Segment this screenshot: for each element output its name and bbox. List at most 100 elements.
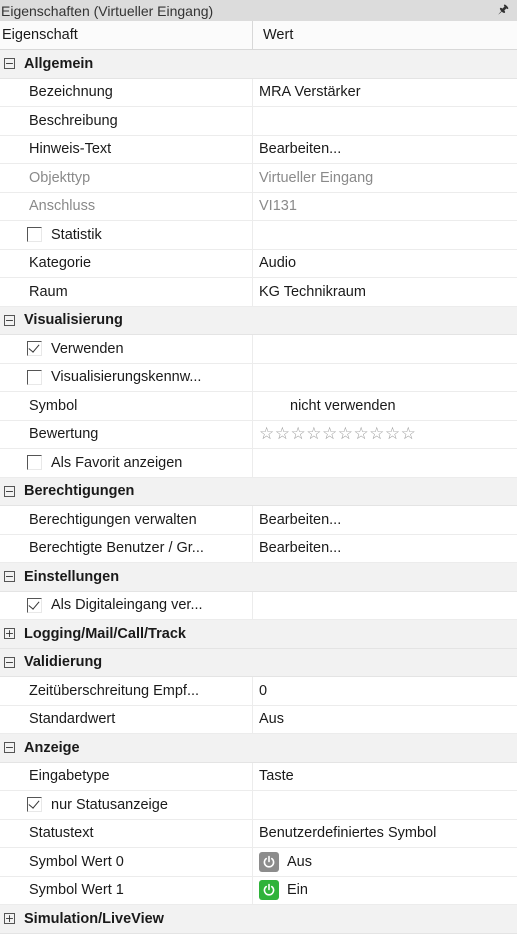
- category-label: Allgemein: [24, 55, 94, 72]
- property-value: Virtueller Eingang: [259, 169, 374, 186]
- rating-stars[interactable]: ☆☆☆☆☆☆☆☆☆☆: [253, 421, 416, 449]
- collapse-icon[interactable]: −: [4, 571, 15, 583]
- property-row[interactable]: Statistik: [0, 221, 517, 250]
- property-key: Kategorie: [0, 249, 253, 277]
- property-key: Als Favorit anzeigen: [0, 449, 253, 477]
- property-key: Eingabetype: [0, 762, 253, 790]
- verwenden-checkbox[interactable]: [27, 341, 42, 357]
- power-icon: [259, 880, 279, 901]
- property-value[interactable]: Aus: [253, 706, 284, 734]
- checkbox-label: nur Statusanzeige: [51, 796, 168, 813]
- property-row[interactable]: Standardwert Aus: [0, 705, 517, 734]
- property-value[interactable]: KG Technikraum: [253, 278, 366, 306]
- property-value[interactable]: Audio: [253, 250, 296, 278]
- property-row[interactable]: Statustext Benutzerdefiniertes Symbol: [0, 819, 517, 848]
- category-label: Simulation/LiveView: [24, 910, 164, 927]
- checkbox-label: Statistik: [51, 226, 102, 243]
- property-value[interactable]: MRA Verstärker: [253, 79, 361, 107]
- property-row[interactable]: Zeitüberschreitung Empf... 0: [0, 677, 517, 706]
- category-logging[interactable]: + Logging/Mail/Call/Track: [0, 620, 517, 649]
- category-simulation[interactable]: + Simulation/LiveView: [0, 905, 517, 934]
- property-row[interactable]: Raum KG Technikraum: [0, 278, 517, 307]
- edit-link[interactable]: Bearbeiten...: [253, 136, 341, 164]
- category-label: Logging/Mail/Call/Track: [24, 625, 186, 642]
- category-label: Berechtigungen: [24, 483, 135, 500]
- property-value: [253, 221, 259, 249]
- category-berechtigungen[interactable]: − Berechtigungen: [0, 477, 517, 506]
- edit-link[interactable]: Bearbeiten...: [253, 535, 341, 563]
- category-einstellungen[interactable]: − Einstellungen: [0, 563, 517, 592]
- property-value: [253, 335, 259, 363]
- property-row[interactable]: Als Favorit anzeigen: [0, 449, 517, 478]
- kennwort-checkbox[interactable]: [27, 369, 42, 385]
- property-row[interactable]: Symbol Wert 1 Ein: [0, 876, 517, 905]
- property-row[interactable]: Hinweis-Text Bearbeiten...: [0, 135, 517, 164]
- property-row[interactable]: Kategorie Audio: [0, 249, 517, 278]
- property-row[interactable]: Symbol nicht verwenden: [0, 392, 517, 421]
- symbol-value-label: Ein: [287, 882, 308, 899]
- property-row[interactable]: Berechtigte Benutzer / Gr... Bearbeiten.…: [0, 534, 517, 563]
- property-row[interactable]: nur Statusanzeige: [0, 791, 517, 820]
- property-row[interactable]: Verwenden: [0, 335, 517, 364]
- collapse-icon[interactable]: −: [4, 656, 15, 668]
- pin-icon[interactable]: 🖈: [498, 0, 509, 21]
- property-key: Zeitüberschreitung Empf...: [0, 677, 253, 705]
- column-header-wert[interactable]: Wert: [253, 21, 293, 49]
- property-key: Bezeichnung: [0, 78, 253, 106]
- property-row[interactable]: Eingabetype Taste: [0, 762, 517, 791]
- property-row[interactable]: Berechtigungen verwalten Bearbeiten...: [0, 506, 517, 535]
- statistik-checkbox[interactable]: [27, 227, 42, 243]
- property-key: Berechtigungen verwalten: [0, 506, 253, 534]
- checkbox-label: Als Digitaleingang ver...: [51, 597, 203, 614]
- property-value: [253, 791, 259, 819]
- collapse-icon[interactable]: −: [4, 742, 15, 754]
- property-value[interactable]: Taste: [253, 763, 294, 791]
- favorit-checkbox[interactable]: [27, 455, 42, 471]
- property-row[interactable]: Bezeichnung MRA Verstärker: [0, 78, 517, 107]
- category-anzeige[interactable]: − Anzeige: [0, 734, 517, 763]
- property-value[interactable]: 0: [253, 677, 267, 705]
- property-value: [253, 592, 259, 620]
- property-value[interactable]: Ein: [253, 877, 308, 905]
- collapse-icon[interactable]: −: [4, 58, 15, 70]
- symbol-dropdown-value[interactable]: nicht verwenden: [253, 392, 396, 420]
- expand-icon[interactable]: +: [4, 628, 15, 640]
- category-label: Validierung: [24, 654, 103, 671]
- property-row[interactable]: Visualisierungskennw...: [0, 363, 517, 392]
- property-row[interactable]: Als Digitaleingang ver...: [0, 591, 517, 620]
- property-value[interactable]: [253, 107, 259, 135]
- property-value[interactable]: Aus: [253, 848, 312, 876]
- column-header-eigenschaft[interactable]: Eigenschaft: [0, 21, 253, 49]
- panel-title: Eigenschaften (Virtueller Eingang): [1, 2, 214, 19]
- property-key: Statustext: [0, 819, 253, 847]
- category-visualisierung[interactable]: − Visualisierung: [0, 306, 517, 335]
- property-key: Standardwert: [0, 705, 253, 733]
- grid-header: Eigenschaft Wert: [0, 21, 517, 50]
- collapse-icon[interactable]: −: [4, 485, 15, 497]
- property-value[interactable]: Benutzerdefiniertes Symbol: [253, 820, 436, 848]
- property-row[interactable]: Bewertung ☆☆☆☆☆☆☆☆☆☆: [0, 420, 517, 449]
- nur-statusanzeige-checkbox[interactable]: [27, 797, 42, 813]
- property-value: VI131: [259, 198, 297, 215]
- collapse-icon[interactable]: −: [4, 314, 15, 326]
- category-allgemein[interactable]: − Allgemein: [0, 50, 517, 79]
- expand-icon[interactable]: +: [4, 913, 15, 925]
- property-key: Visualisierungskennw...: [0, 363, 253, 391]
- category-label: Anzeige: [24, 739, 80, 756]
- digitaleingang-checkbox[interactable]: [27, 597, 42, 613]
- property-key: Verwenden: [0, 335, 253, 363]
- property-key: Als Digitaleingang ver...: [0, 591, 253, 619]
- checkbox-label: Als Favorit anzeigen: [51, 454, 183, 471]
- property-value: [253, 449, 259, 477]
- edit-link[interactable]: Bearbeiten...: [253, 506, 341, 534]
- property-row[interactable]: Symbol Wert 0 Aus: [0, 848, 517, 877]
- category-validierung[interactable]: − Validierung: [0, 648, 517, 677]
- property-key: Hinweis-Text: [0, 135, 253, 163]
- symbol-value-label: Aus: [287, 853, 312, 870]
- properties-panel: Eigenschaften (Virtueller Eingang) 🖈 Eig…: [0, 0, 517, 937]
- category-label: Visualisierung: [24, 312, 123, 329]
- power-icon: [259, 851, 279, 872]
- checkbox-label: Verwenden: [51, 340, 124, 357]
- property-key: Berechtigte Benutzer / Gr...: [0, 534, 253, 562]
- property-row[interactable]: Beschreibung: [0, 107, 517, 136]
